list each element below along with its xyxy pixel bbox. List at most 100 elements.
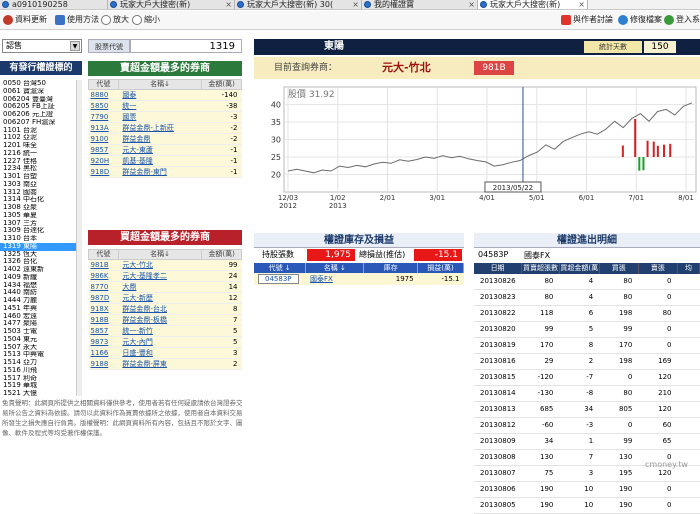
broker-code-link[interactable]: 918B bbox=[88, 314, 119, 326]
list-item[interactable]: 1201 味全 bbox=[0, 142, 81, 150]
broker-name-link[interactable]: 群益金鼎-東門 bbox=[118, 166, 202, 178]
broker-code-link[interactable]: 986K bbox=[88, 270, 119, 282]
table-row[interactable]: 987D 元大-新歷 12 bbox=[88, 292, 242, 304]
list-item[interactable]: 1402 遠東新 bbox=[0, 266, 81, 274]
tab-3[interactable]: 玩家大戶大搜密(新) 30(× bbox=[235, 0, 362, 9]
broker-name-link[interactable]: 國票 bbox=[118, 111, 202, 123]
list-item[interactable]: 1519 華城 bbox=[0, 382, 81, 390]
col-name[interactable]: 名稱↓ bbox=[117, 249, 203, 260]
list-item[interactable]: 0050 台灣50 bbox=[0, 80, 81, 88]
list-item[interactable]: 1451 年興 bbox=[0, 305, 81, 313]
table-row[interactable]: 5857 統一-新竹 5 bbox=[88, 325, 242, 337]
list-item[interactable]: 1326 台化 bbox=[0, 258, 81, 266]
broker-name-link[interactable]: 群益金鼎 bbox=[118, 133, 202, 145]
broker-name-link[interactable]: 日盛-豐和 bbox=[118, 347, 202, 359]
table-row[interactable]: 918D 群益金鼎-東門 -1 bbox=[88, 166, 242, 178]
table-row[interactable]: 20130822 118 6 198 80 bbox=[474, 305, 700, 322]
list-item[interactable]: 1234 黑松 bbox=[0, 165, 81, 173]
broker-name-link[interactable]: 元大-基隆孝二 bbox=[118, 270, 202, 282]
stat-days-input[interactable]: 150 bbox=[644, 41, 676, 53]
list-item[interactable]: 1503 士電 bbox=[0, 328, 81, 336]
forum-button[interactable]: 與作者討論 bbox=[561, 14, 613, 26]
tab-2[interactable]: 玩家大戶大搜密(新) × bbox=[108, 0, 235, 9]
list-item[interactable]: 1227 佳格 bbox=[0, 158, 81, 166]
col-qty[interactable]: 庫存 bbox=[363, 263, 419, 273]
list-item[interactable]: 1102 亞泥 bbox=[0, 134, 81, 142]
price-chart[interactable]: 12/032012 1/022013 2/01 3/01 4/01 5/01 6/01 7/0… bbox=[262, 83, 700, 210]
table-row[interactable]: 918X 群益金鼎-台北 8 bbox=[88, 303, 242, 315]
broker-code-link[interactable]: 918D bbox=[88, 166, 119, 178]
close-icon[interactable]: × bbox=[352, 0, 359, 9]
warrant-name-link[interactable]: 國泰FX bbox=[305, 273, 364, 285]
list-item[interactable]: 1504 東元 bbox=[0, 336, 81, 344]
table-row[interactable]: 04583P 國泰FX 1975 -15.1 bbox=[254, 273, 464, 285]
list-item[interactable]: 1312 國喬 bbox=[0, 189, 81, 197]
list-item[interactable]: 1307 三芳 bbox=[0, 220, 81, 228]
underlying-stock-list[interactable]: 0050 台灣50 0061 寶滬深 006204 豐臺灣 006205 FB上証 00… bbox=[0, 80, 82, 396]
table-row[interactable]: 20130813 685 34 805 120 bbox=[474, 401, 700, 418]
list-item[interactable]: 006204 豐臺灣 bbox=[0, 96, 81, 104]
list-item[interactable]: 1308 亞聚 bbox=[0, 204, 81, 212]
col-buy[interactable]: 買張 bbox=[599, 263, 639, 274]
broker-code-link[interactable]: 981B bbox=[88, 259, 119, 271]
broker-code-link[interactable]: 9857 bbox=[88, 144, 119, 156]
table-row[interactable]: 9857 元大-東蘆 -1 bbox=[88, 144, 242, 156]
col-date[interactable]: 日期 bbox=[474, 263, 523, 274]
col-code[interactable]: 代號 bbox=[88, 249, 119, 260]
broker-name-link[interactable]: 群益金鼎-屏東 bbox=[118, 358, 202, 370]
list-item[interactable]: 006207 FH滬深 bbox=[0, 119, 81, 127]
broker-code-link[interactable]: 9188 bbox=[88, 358, 119, 370]
broker-code-link[interactable]: 9100 bbox=[88, 133, 119, 145]
close-icon[interactable]: × bbox=[225, 0, 232, 9]
broker-code-link[interactable]: 987D bbox=[88, 292, 119, 304]
table-row[interactable]: 9188 群益金鼎-屏東 2 bbox=[88, 358, 242, 370]
table-row[interactable]: 8770 大鼎 14 bbox=[88, 281, 242, 293]
list-item[interactable]: 1301 台塑 bbox=[0, 173, 81, 181]
help-button[interactable]: 使用方法 bbox=[55, 14, 99, 26]
broker-name-link[interactable]: 元大-新歷 bbox=[118, 292, 202, 304]
broker-code-link[interactable]: 918X bbox=[88, 303, 119, 315]
table-row[interactable]: 981B 元大-竹北 99 bbox=[88, 259, 242, 271]
broker-name-link[interactable]: 統一 bbox=[118, 100, 202, 112]
table-row[interactable]: 20130814 -130 -8 80 210 bbox=[474, 385, 700, 402]
list-item[interactable]: 1514 亞力 bbox=[0, 359, 81, 367]
list-item[interactable]: 1460 宏遠 bbox=[0, 313, 81, 321]
table-row[interactable]: 5850 統一 -38 bbox=[88, 100, 242, 112]
table-row[interactable]: 20130812 -60 -3 0 60 bbox=[474, 417, 700, 434]
table-row[interactable]: 1166 日盛-豐和 3 bbox=[88, 347, 242, 359]
broker-name-link[interactable]: 大鼎 bbox=[118, 281, 202, 293]
col-net-amount[interactable]: 買超金額(萬 bbox=[559, 263, 600, 274]
table-row[interactable]: 20130809 34 1 99 65 bbox=[474, 433, 700, 450]
col-avg[interactable]: 均 bbox=[677, 263, 700, 274]
zoom-out-button[interactable]: 縮小 bbox=[132, 14, 160, 26]
list-item[interactable]: 1521 大億 bbox=[0, 390, 81, 396]
broker-name-link[interactable]: 元大-東蘆 bbox=[118, 144, 202, 156]
list-item[interactable]: 1309 台達化 bbox=[0, 227, 81, 235]
broker-code-link[interactable]: 5850 bbox=[88, 100, 119, 112]
table-row[interactable]: 986K 元大-基隆孝二 24 bbox=[88, 270, 242, 282]
list-item[interactable]: 1434 福懋 bbox=[0, 282, 81, 290]
zoom-in-button[interactable]: 放大 bbox=[101, 14, 129, 26]
list-item[interactable]: 1513 中興電 bbox=[0, 351, 81, 359]
list-item[interactable]: 1440 南紡 bbox=[0, 289, 81, 297]
col-code[interactable]: 代號 bbox=[88, 79, 119, 90]
col-sell[interactable]: 賣張 bbox=[638, 263, 678, 274]
list-item[interactable]: 1517 利奇 bbox=[0, 375, 81, 383]
tab-1[interactable]: a0910190258 bbox=[0, 0, 108, 9]
table-row[interactable]: 920H 凱基-基隆 -1 bbox=[88, 155, 242, 167]
tab-5[interactable]: 玩家大戶大搜密(新) × bbox=[478, 0, 588, 9]
list-item[interactable]: 1305 華夏 bbox=[0, 212, 81, 220]
table-row[interactable]: 20130820 99 5 99 0 bbox=[474, 321, 700, 338]
table-row[interactable]: 918B 群益金鼎-板橋 7 bbox=[88, 314, 242, 326]
col-amount[interactable]: 金額(萬) bbox=[201, 249, 242, 260]
warrant-type-select[interactable]: 認售 ▼ bbox=[2, 39, 82, 53]
table-row[interactable]: 9100 群益金鼎 -2 bbox=[88, 133, 242, 145]
table-row[interactable]: 7790 國票 -3 bbox=[88, 111, 242, 123]
list-item[interactable]: 1216 統一 bbox=[0, 150, 81, 158]
col-amount[interactable]: 金額(萬) bbox=[201, 79, 242, 90]
list-item[interactable]: 006206 元上證 bbox=[0, 111, 81, 119]
broker-name-link[interactable]: 群益金鼎-板橋 bbox=[118, 314, 202, 326]
col-name[interactable]: 名稱↓ bbox=[117, 79, 203, 90]
broker-name-link[interactable]: 國泰 bbox=[118, 89, 202, 101]
broker-name-link[interactable]: 元大-內門 bbox=[118, 336, 202, 348]
